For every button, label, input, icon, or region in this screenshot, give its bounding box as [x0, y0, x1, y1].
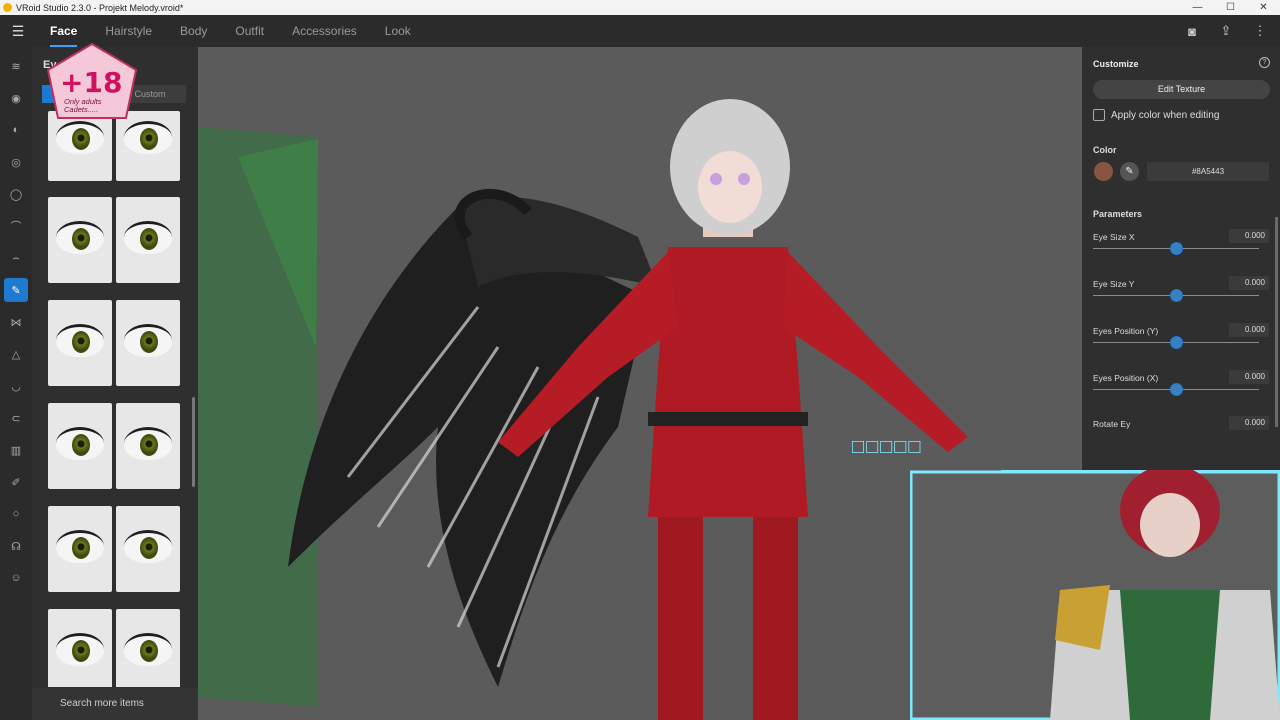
customize-scrollbar[interactable] [1275, 217, 1278, 427]
param-name: Eye Size X [1093, 232, 1135, 242]
nose-bridge-icon[interactable]: △ [0, 342, 32, 366]
avatar-left-eye [710, 173, 722, 185]
slider-knob[interactable] [1170, 242, 1183, 255]
slider-knob[interactable] [1170, 289, 1183, 302]
ear-icon[interactable]: ⊂ [0, 406, 32, 430]
param-eyes-position-y: Eyes Position (Y) 0.000 [1093, 323, 1269, 366]
param-value[interactable]: 0.000 [1229, 370, 1269, 384]
tab-accessories[interactable]: Accessories [278, 15, 371, 47]
param-name: Rotate Ey [1093, 419, 1131, 429]
maximize-button[interactable]: ☐ [1214, 0, 1247, 15]
color-section-label: Color [1093, 145, 1117, 155]
window-title: VRoid Studio 2.3.0 - Projekt Melody.vroi… [16, 2, 184, 13]
avatar-right-eye [738, 173, 750, 185]
avatar-face [698, 151, 762, 223]
eye-item[interactable] [48, 403, 112, 489]
param-rotate-eyes: Rotate Ey 0.000 [1093, 416, 1269, 459]
overlay-squares-decoration: □□□□□ [852, 436, 923, 458]
face-smile-icon[interactable]: ☺ [0, 566, 32, 590]
face-preset-icon[interactable]: ≋ [0, 54, 32, 78]
avatar-left-leg [658, 517, 703, 720]
minimize-button[interactable]: — [1181, 0, 1214, 15]
param-eye-size-y: Eye Size Y 0.000 [1093, 276, 1269, 319]
eye-item[interactable] [116, 609, 180, 687]
avatar-belt [648, 412, 808, 426]
avatar-right-leg [753, 517, 798, 720]
slider-knob[interactable] [1170, 336, 1183, 349]
param-eye-size-x: Eye Size X 0.000 [1093, 229, 1269, 272]
pen-icon[interactable]: ✐ [0, 470, 32, 494]
badge-subtitle: Only adults Cadets..... [64, 97, 102, 114]
eye-item[interactable] [116, 403, 180, 489]
vtuber-shirt [1120, 590, 1220, 720]
color-swatch[interactable] [1094, 162, 1113, 181]
window-controls: — ☐ ✕ [1181, 0, 1280, 15]
close-button[interactable]: ✕ [1247, 0, 1280, 15]
toolbar-right: ◙ ⇪ ⋮ [1184, 15, 1268, 47]
chart-icon[interactable]: ▥ [0, 438, 32, 462]
title-bar: VRoid Studio 2.3.0 - Projekt Melody.vroi… [0, 0, 1280, 15]
apply-color-label: Apply color when editing [1111, 109, 1220, 121]
mouth-icon[interactable]: ◯ [0, 182, 32, 206]
param-value[interactable]: 0.000 [1229, 229, 1269, 243]
top-nav: ☰ Face Hairstyle Body Outfit Accessories… [0, 15, 1280, 47]
tab-look[interactable]: Look [371, 15, 425, 47]
tab-body[interactable]: Body [166, 15, 221, 47]
eyebrow-icon[interactable]: ⌒ [0, 214, 32, 238]
vroid-app-icon [3, 3, 12, 12]
item-scrollbar[interactable] [192, 397, 195, 487]
face-part-rail: ≋ ◉ ◐ ◎ ◯ ⌒ ⌢ ✎ ⋈ △ ◡ ⊂ ▥ ✐ ○ ☊ ☺ [0, 47, 32, 720]
param-value[interactable]: 0.000 [1229, 323, 1269, 337]
slider-knob[interactable] [1170, 383, 1183, 396]
param-name: Eyes Position (X) [1093, 373, 1159, 383]
whisker-icon[interactable]: ⋈ [0, 310, 32, 334]
eye-icon[interactable]: ◉ [0, 86, 32, 110]
eye-thumbnail-grid [48, 111, 182, 687]
share-icon[interactable]: ⇪ [1218, 23, 1234, 39]
param-value[interactable]: 0.000 [1229, 276, 1269, 290]
eye-item[interactable] [48, 300, 112, 386]
eye-item[interactable] [116, 197, 180, 283]
eye-item[interactable] [48, 111, 112, 181]
badge-text: +18 [60, 66, 123, 99]
eye-item-panel: Ey Custom Search more items [32, 47, 198, 720]
camera-icon[interactable]: ◙ [1184, 24, 1200, 39]
help-icon[interactable]: ? [1259, 57, 1270, 68]
nose-icon[interactable]: ◐ [0, 118, 32, 142]
wing-shape [288, 207, 648, 687]
adult-badge-overlay: +18 Only adults Cadets..... [46, 42, 138, 120]
circle-icon[interactable]: ○ [0, 502, 32, 526]
eye-item[interactable] [48, 609, 112, 687]
vtuber-face [1140, 493, 1200, 557]
edit-texture-button[interactable]: Edit Texture [1093, 80, 1270, 99]
customize-title: Customize [1093, 59, 1139, 69]
eye-item[interactable] [116, 300, 180, 386]
head-icon[interactable]: ☊ [0, 534, 32, 558]
tab-outfit[interactable]: Outfit [221, 15, 278, 47]
avatar-right-sleeve [783, 252, 968, 452]
eye-item[interactable] [116, 506, 180, 592]
more-vertical-icon[interactable]: ⋮ [1252, 23, 1268, 39]
brush-icon[interactable]: ✎ [4, 278, 28, 302]
mouth-line-icon[interactable]: ◡ [0, 374, 32, 398]
eye-item[interactable] [48, 197, 112, 283]
param-name: Eyes Position (Y) [1093, 326, 1159, 336]
parameters-label: Parameters [1093, 209, 1143, 219]
apply-color-row[interactable]: Apply color when editing [1093, 109, 1219, 121]
color-hex-field[interactable]: #8A5443 [1147, 162, 1269, 181]
param-eyes-position-x: Eyes Position (X) 0.000 [1093, 370, 1269, 413]
param-value[interactable]: 0.000 [1229, 416, 1269, 430]
apply-color-checkbox[interactable] [1093, 109, 1105, 121]
eye-item[interactable] [116, 111, 180, 181]
menu-icon[interactable]: ☰ [0, 15, 36, 47]
eyedropper-icon[interactable]: ✎ [1120, 162, 1139, 181]
eye-item[interactable] [48, 506, 112, 592]
search-more-items[interactable]: Search more items [32, 688, 198, 720]
webcam-overlay [910, 470, 1280, 720]
param-name: Eye Size Y [1093, 279, 1135, 289]
eye-alt-icon[interactable]: ◎ [0, 150, 32, 174]
eyelash-icon[interactable]: ⌢ [0, 246, 32, 270]
